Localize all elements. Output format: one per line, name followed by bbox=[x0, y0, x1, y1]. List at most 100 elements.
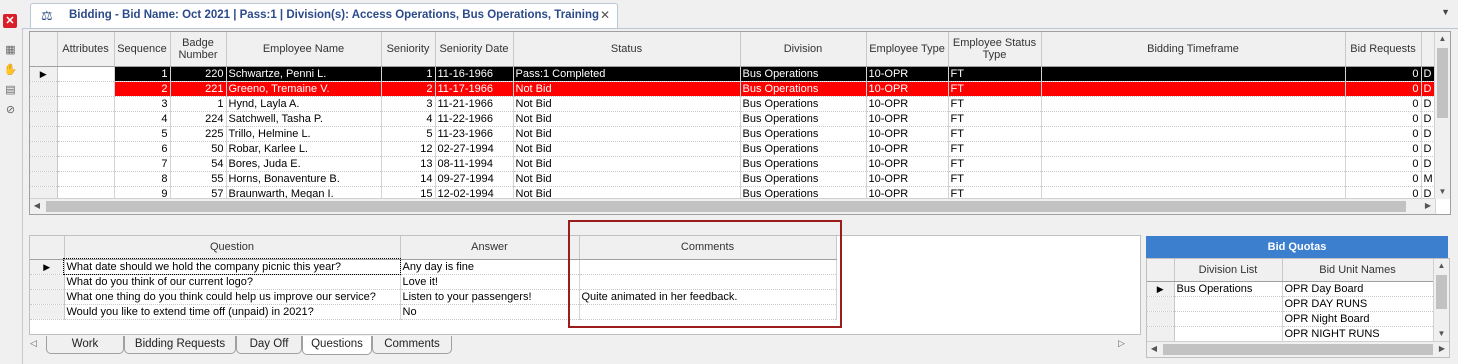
current-row-indicator-icon[interactable]: ▶ bbox=[30, 259, 65, 275]
seniority-date-cell[interactable]: 11-22-1966 bbox=[435, 111, 514, 127]
employee-type-cell[interactable]: 10-OPR bbox=[866, 66, 949, 82]
employee-status-type-cell[interactable]: FT bbox=[948, 156, 1042, 172]
column-header[interactable]: Division bbox=[740, 32, 867, 67]
division-cell[interactable]: Bus Operations bbox=[740, 171, 867, 187]
tab-comments[interactable]: Comments bbox=[372, 336, 452, 354]
employee-type-cell[interactable]: 10-OPR bbox=[866, 156, 949, 172]
badge-number-cell[interactable]: 54 bbox=[170, 156, 227, 172]
attributes-cell[interactable] bbox=[57, 171, 115, 187]
overflow-cell[interactable]: D bbox=[1421, 81, 1436, 97]
division-list-cell[interactable]: Bus Operations bbox=[1174, 281, 1283, 297]
bidding-timeframe-cell[interactable] bbox=[1041, 66, 1346, 82]
scroll-left-icon[interactable]: ◀ bbox=[30, 199, 44, 214]
bidding-timeframe-cell[interactable] bbox=[1041, 81, 1346, 97]
question-cell[interactable]: What date should we hold the company pic… bbox=[63, 258, 401, 275]
tab-work[interactable]: Work bbox=[46, 336, 124, 354]
row-selector[interactable] bbox=[30, 81, 58, 97]
attributes-cell[interactable] bbox=[57, 141, 115, 157]
bid-requests-cell[interactable]: 0 bbox=[1345, 81, 1422, 97]
division-cell[interactable]: Bus Operations bbox=[740, 156, 867, 172]
tab-questions[interactable]: Questions bbox=[302, 336, 372, 355]
seniority-date-cell[interactable]: 11-23-1966 bbox=[435, 126, 514, 142]
current-row-indicator-icon[interactable]: ▶ bbox=[1147, 281, 1175, 297]
division-cell[interactable]: Bus Operations bbox=[740, 66, 867, 82]
division-list-cell[interactable] bbox=[1174, 296, 1283, 312]
division-cell[interactable]: Bus Operations bbox=[740, 111, 867, 127]
handshake-icon[interactable]: ✋ bbox=[3, 64, 18, 77]
division-cell[interactable]: Bus Operations bbox=[740, 81, 867, 97]
column-header[interactable]: Sequence bbox=[114, 32, 171, 67]
column-header[interactable]: Bid Requests bbox=[1345, 32, 1422, 67]
division-cell[interactable]: Bus Operations bbox=[740, 141, 867, 157]
employee-name-cell[interactable]: Bores, Juda E. bbox=[226, 156, 382, 172]
seniority-cell[interactable]: 13 bbox=[381, 156, 436, 172]
scroll-thumb[interactable] bbox=[1437, 48, 1448, 118]
tab-scroll-left-icon[interactable]: ◁ bbox=[30, 338, 37, 349]
bidding-timeframe-cell[interactable] bbox=[1041, 111, 1346, 127]
employee-status-type-cell[interactable]: FT bbox=[948, 96, 1042, 112]
row-selector[interactable] bbox=[30, 111, 58, 127]
employee-type-cell[interactable]: 10-OPR bbox=[866, 81, 949, 97]
bid-requests-cell[interactable]: 0 bbox=[1345, 171, 1422, 187]
table-row[interactable]: OPR Night Board bbox=[1147, 311, 1434, 327]
table-row[interactable]: 2 221 Greeno, Tremaine V. 2 11-17-1966 Not Bi… bbox=[30, 81, 1436, 97]
sequence-cell[interactable]: 4 bbox=[114, 111, 171, 127]
badge-number-cell[interactable]: 50 bbox=[170, 141, 227, 157]
bidding-timeframe-cell[interactable] bbox=[1041, 141, 1346, 157]
badge-number-cell[interactable]: 221 bbox=[170, 81, 227, 97]
sequence-cell[interactable]: 2 bbox=[114, 81, 171, 97]
bidding-document-tab[interactable]: ⚖ Bidding - Bid Name: Oct 2021 | Pass:1 … bbox=[30, 3, 618, 28]
bid-requests-cell[interactable]: 0 bbox=[1345, 141, 1422, 157]
sequence-cell[interactable]: 1 bbox=[114, 66, 171, 82]
bid-requests-cell[interactable]: 0 bbox=[1345, 66, 1422, 82]
sequence-cell[interactable]: 6 bbox=[114, 141, 171, 157]
employee-name-cell[interactable]: Horns, Bonaventure B. bbox=[226, 171, 382, 187]
table-row[interactable]: 7 54 Bores, Juda E. 13 08-11-1994 Not Bid Bus … bbox=[30, 156, 1436, 172]
scroll-down-icon[interactable]: ▼ bbox=[1435, 185, 1450, 199]
attributes-cell[interactable] bbox=[57, 156, 115, 172]
employee-status-type-cell[interactable]: FT bbox=[948, 171, 1042, 187]
employee-status-type-cell[interactable]: FT bbox=[948, 66, 1042, 82]
badge-number-cell[interactable]: 1 bbox=[170, 96, 227, 112]
row-selector[interactable] bbox=[30, 141, 58, 157]
employee-status-type-cell[interactable]: FT bbox=[948, 141, 1042, 157]
table-row[interactable]: 4 224 Satchwell, Tasha P. 4 11-22-1966 Not Bi… bbox=[30, 111, 1436, 127]
seniority-cell[interactable]: 14 bbox=[381, 171, 436, 187]
sequence-cell[interactable]: 7 bbox=[114, 156, 171, 172]
division-cell[interactable]: Bus Operations bbox=[740, 96, 867, 112]
table-row[interactable]: 8 55 Horns, Bonaventure B. 14 09-27-1994 Not … bbox=[30, 171, 1436, 187]
status-cell[interactable]: Not Bid bbox=[513, 96, 741, 112]
employees-vertical-scrollbar[interactable]: ▲ ▼ bbox=[1434, 32, 1450, 199]
status-cell[interactable]: Not Bid bbox=[513, 111, 741, 127]
scroll-left-icon[interactable]: ◀ bbox=[1147, 342, 1161, 357]
bid-requests-cell[interactable]: 0 bbox=[1345, 96, 1422, 112]
answer-cell[interactable]: No bbox=[400, 304, 580, 320]
current-row-indicator-icon[interactable]: ▶ bbox=[30, 66, 58, 82]
column-header[interactable]: Employee Status Type bbox=[948, 32, 1042, 67]
paperclip-icon[interactable]: ⊘ bbox=[3, 104, 18, 117]
status-cell[interactable]: Not Bid bbox=[513, 156, 741, 172]
attributes-cell[interactable] bbox=[57, 81, 115, 97]
attributes-cell[interactable] bbox=[57, 96, 115, 112]
seniority-cell[interactable]: 4 bbox=[381, 111, 436, 127]
bid-requests-cell[interactable]: 0 bbox=[1345, 156, 1422, 172]
table-row[interactable]: 6 50 Robar, Karlee L. 12 02-27-1994 Not Bid Bu… bbox=[30, 141, 1436, 157]
column-header[interactable]: Bid Unit Names bbox=[1282, 259, 1434, 282]
column-header[interactable]: Attributes bbox=[57, 32, 115, 67]
answer-cell[interactable]: Any day is fine bbox=[400, 259, 580, 275]
row-selector[interactable] bbox=[30, 126, 58, 142]
column-header[interactable]: Status bbox=[513, 32, 741, 67]
column-header[interactable]: Badge Number bbox=[170, 32, 227, 67]
scroll-thumb[interactable] bbox=[1436, 275, 1447, 309]
seniority-cell[interactable]: 5 bbox=[381, 126, 436, 142]
scroll-thumb[interactable] bbox=[46, 201, 1406, 212]
sequence-cell[interactable]: 3 bbox=[114, 96, 171, 112]
row-selector[interactable] bbox=[30, 96, 58, 112]
row-selector[interactable] bbox=[30, 171, 58, 187]
division-list-cell[interactable] bbox=[1174, 311, 1283, 327]
table-row[interactable]: ▶ 1 220 Schwartze, Penni L. 1 11-16-1966 Pass:… bbox=[30, 66, 1436, 82]
badge-number-cell[interactable]: 55 bbox=[170, 171, 227, 187]
scroll-up-icon[interactable]: ▲ bbox=[1434, 259, 1449, 273]
seniority-date-cell[interactable]: 02-27-1994 bbox=[435, 141, 514, 157]
division-cell[interactable]: Bus Operations bbox=[740, 126, 867, 142]
